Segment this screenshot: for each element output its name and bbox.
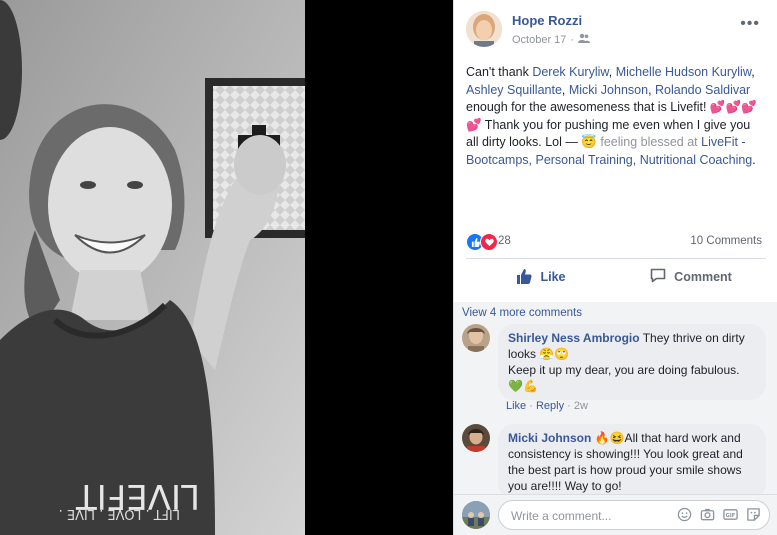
composer-icons: GIF	[677, 507, 761, 522]
camera-icon[interactable]	[700, 507, 715, 522]
like-label: Like	[540, 270, 566, 284]
comment-bubble: Micki Johnson 🔥😆All that hard work and c…	[498, 424, 766, 500]
post-date[interactable]: October 17	[512, 34, 566, 46]
meta-separator: ·	[570, 33, 575, 46]
svg-text:GIF: GIF	[726, 513, 736, 519]
author-name[interactable]: Hope Rozzi	[512, 13, 582, 28]
tag-michelle[interactable]: Michelle Hudson Kuryliw	[616, 65, 751, 79]
comment-button[interactable]: Comment	[616, 262, 766, 292]
comment-item: Shirley Ness Ambrogio They thrive on dir…	[462, 324, 766, 414]
reactions-bar: 28 10 Comments	[466, 232, 762, 251]
author-avatar[interactable]	[466, 11, 502, 47]
comment-label: Comment	[674, 270, 732, 284]
post-photo[interactable]: LIVEFIT LIFT . LOVE . LIVE .	[0, 0, 305, 535]
view-more-comments-link[interactable]: View 4 more comments	[462, 307, 582, 319]
like-button[interactable]: Like	[466, 262, 616, 292]
comment-like-link[interactable]: Like	[506, 400, 526, 412]
comment-input-box: GIF	[498, 500, 770, 531]
post-text-end: .	[752, 152, 756, 167]
post-text-part: Can't thank	[466, 65, 533, 79]
comment-input[interactable]	[509, 501, 663, 531]
more-options-icon[interactable]: •••	[740, 16, 760, 32]
post-header: Hope Rozzi October 17 · •••	[466, 11, 768, 51]
post-panel: Hope Rozzi October 17 · ••• Can't thank …	[453, 0, 777, 535]
post-actions: Like Comment	[466, 262, 766, 292]
tag-ashley[interactable]: Ashley Squillante	[466, 83, 562, 97]
comment-actions: Like · Reply · 2w	[506, 400, 588, 412]
comments-count[interactable]: 10 Comments	[690, 235, 762, 247]
commenter-avatar[interactable]	[462, 324, 490, 352]
comment-text: Keep it up my dear, you are doing fabulo…	[508, 363, 740, 393]
friends-icon[interactable]	[578, 33, 591, 46]
thumbs-up-icon	[516, 268, 533, 287]
reaction-icons[interactable]	[466, 233, 498, 251]
comments-section: View 4 more comments Shirley Ness Ambrog…	[454, 302, 777, 535]
reaction-count[interactable]: 28	[498, 235, 511, 247]
feeling-label: feeling blessed at	[600, 135, 702, 150]
tag-separator: ,	[608, 65, 616, 79]
divider	[466, 258, 766, 259]
comment-time[interactable]: 2w	[574, 400, 588, 412]
tag-micki[interactable]: Micki Johnson	[569, 83, 648, 97]
comment-item: Micki Johnson 🔥😆All that hard work and c…	[462, 424, 766, 500]
sticker-icon[interactable]	[746, 507, 761, 522]
tag-separator: ,	[751, 65, 755, 79]
comment-bubble-icon	[650, 268, 666, 286]
separator: ·	[529, 400, 533, 412]
commenter-name[interactable]: Shirley Ness Ambrogio	[508, 331, 640, 345]
commenter-avatar[interactable]	[462, 424, 490, 452]
comment-reply-link[interactable]: Reply	[536, 400, 564, 412]
separator: ·	[567, 400, 571, 412]
tag-rolando[interactable]: Rolando Saldivar	[655, 83, 750, 97]
tag-separator: ,	[648, 82, 656, 97]
tag-derek[interactable]: Derek Kuryliw	[532, 65, 608, 79]
comment-bubble: Shirley Ness Ambrogio They thrive on dir…	[498, 324, 766, 400]
comment-composer: GIF	[454, 494, 777, 535]
love-reaction-icon	[480, 233, 498, 251]
svg-text:LIFT . LOVE . LIVE .: LIFT . LOVE . LIVE .	[59, 506, 180, 521]
gif-icon[interactable]: GIF	[723, 507, 738, 522]
tag-separator: ,	[561, 82, 569, 97]
photo-viewer: LIVEFIT LIFT . LOVE . LIVE .	[0, 0, 453, 535]
composer-avatar	[462, 501, 490, 529]
post-meta: October 17 ·	[512, 33, 591, 46]
emoji-icon[interactable]	[677, 507, 692, 522]
post-text: Can't thank Derek Kuryliw, Michelle Huds…	[466, 64, 766, 170]
commenter-name[interactable]: Micki Johnson	[508, 431, 591, 445]
